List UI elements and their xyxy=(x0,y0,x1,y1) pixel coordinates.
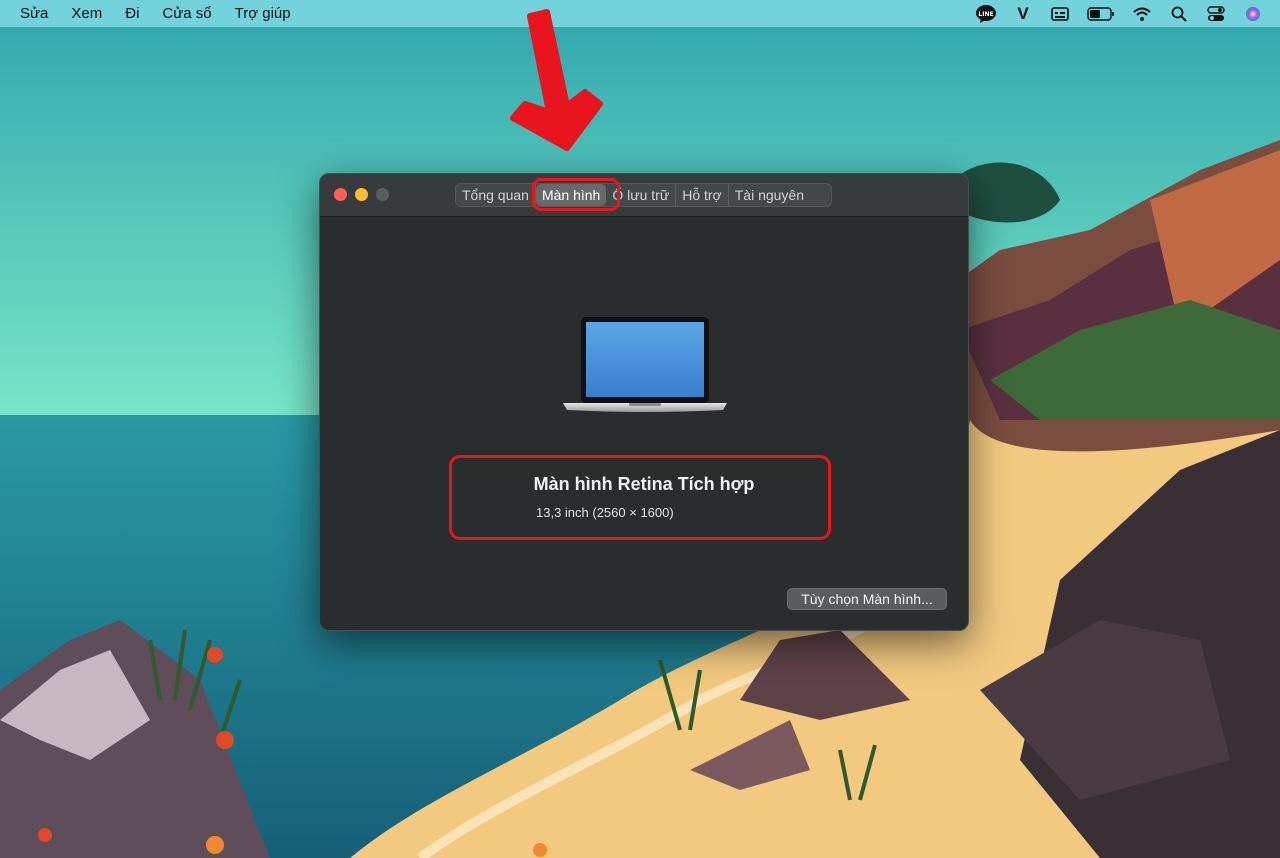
keyboard-icon[interactable] xyxy=(1049,3,1071,25)
v-app-icon[interactable]: V xyxy=(1012,3,1034,25)
highlight-display-info xyxy=(449,455,831,540)
status-icons: LINE V xyxy=(960,3,1280,25)
search-icon[interactable] xyxy=(1168,3,1190,25)
about-this-mac-window: Tổng quan Màn hình Ổ lưu trữ Hỗ trợ Tài … xyxy=(319,173,969,631)
tab-overview[interactable]: Tổng quan xyxy=(456,184,536,206)
red-arrow-icon xyxy=(510,9,603,151)
menu-bar: Sửa Xem Đi Cửa sổ Trợ giúp LINE V xyxy=(0,0,1280,27)
laptop-icon xyxy=(563,317,727,412)
menu-help[interactable]: Trợ giúp xyxy=(235,0,291,27)
menu-items: Sửa Xem Đi Cửa sổ Trợ giúp xyxy=(0,0,314,27)
battery-icon[interactable] xyxy=(1086,3,1116,25)
tab-resources[interactable]: Tài nguyên xyxy=(729,184,810,206)
line-app-icon[interactable]: LINE xyxy=(975,3,997,25)
close-window-button[interactable] xyxy=(334,188,347,201)
line-app-label: LINE xyxy=(978,11,993,18)
control-center-icon[interactable] xyxy=(1205,3,1227,25)
menu-view[interactable]: Xem xyxy=(71,0,102,27)
v-app-label: V xyxy=(1017,3,1029,23)
display-options-button[interactable]: Tùy chọn Màn hình... xyxy=(787,588,947,610)
menu-go[interactable]: Đi xyxy=(125,0,139,27)
tab-support[interactable]: Hỗ trợ xyxy=(676,184,729,206)
wifi-icon[interactable] xyxy=(1131,3,1153,25)
zoom-window-button[interactable] xyxy=(376,188,389,201)
menu-window[interactable]: Cửa sổ xyxy=(162,0,211,27)
tab-bar: Tổng quan Màn hình Ổ lưu trữ Hỗ trợ Tài … xyxy=(455,183,832,207)
siri-icon[interactable] xyxy=(1242,3,1264,25)
menu-edit[interactable]: Sửa xyxy=(20,0,48,27)
highlight-displays-tab xyxy=(532,178,620,211)
window-titlebar: Tổng quan Màn hình Ổ lưu trữ Hỗ trợ Tài … xyxy=(320,174,968,217)
minimize-window-button[interactable] xyxy=(355,188,368,201)
